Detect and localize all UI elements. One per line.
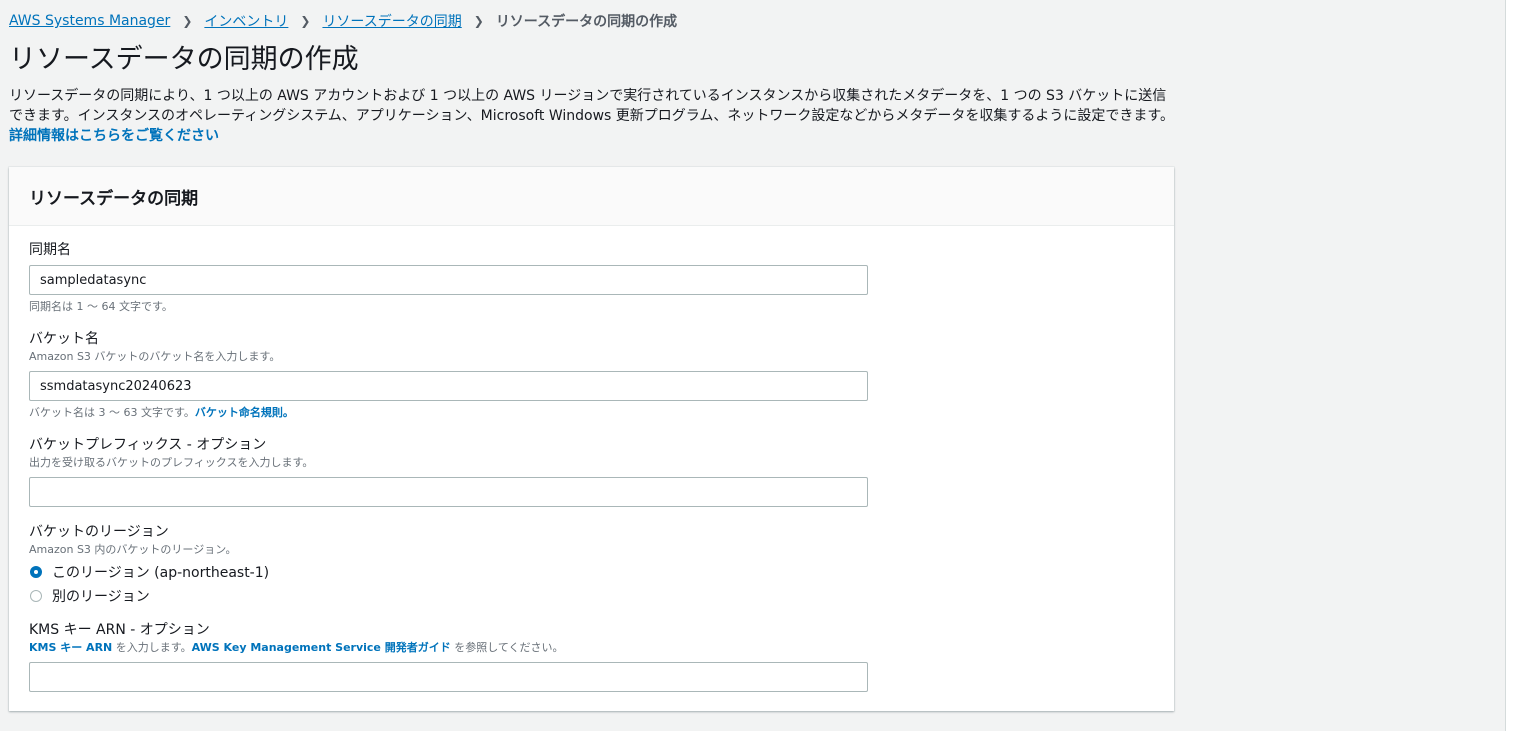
bucket-region-label: バケットのリージョン [29,524,169,540]
sync-name-label: 同期名 [29,242,71,258]
breadcrumb-current: リソースデータの同期の作成 [495,14,678,30]
kms-developer-guide-link[interactable]: AWS Key Management Service 開発者ガイド [192,641,451,654]
chevron-right-icon: ❯ [182,14,193,28]
panel-title: リソースデータの同期 [9,167,1174,226]
chevron-right-icon: ❯ [473,14,484,28]
kms-key-arn-link[interactable]: KMS キー ARN [29,641,112,654]
bucket-name-constraint: バケット名は 3 ～ 63 文字です。 [29,406,195,419]
kms-key-field: KMS キー ARN - オプション KMS キー ARN を入力します。AWS… [29,620,1154,692]
radio-this-region[interactable]: このリージョン (ap-northeast-1) [29,560,1154,584]
main-content: AWS Systems Manager ❯ インベントリ ❯ リソースデータの同… [9,0,1179,711]
kms-key-desc-text1: を入力します。 [112,641,192,654]
kms-key-description: KMS キー ARN を入力します。AWS Key Management Ser… [29,640,1154,656]
sync-name-constraint: 同期名は 1 ～ 64 文字です。 [29,300,173,313]
bucket-name-input[interactable] [29,371,868,401]
breadcrumb: AWS Systems Manager ❯ インベントリ ❯ リソースデータの同… [9,10,1179,32]
learn-more-link[interactable]: 詳細情報はこちらをご覧ください [9,128,219,144]
breadcrumb-resource-data-sync[interactable]: リソースデータの同期 [322,11,461,31]
right-scroll-strip [1505,0,1515,731]
bucket-name-field: バケット名 Amazon S3 バケットのバケット名を入力します。 バケット名は… [29,329,1154,421]
bucket-region-description: Amazon S3 内のバケットのリージョン。 [29,543,237,556]
radio-other-region[interactable]: 別のリージョン [29,584,1154,608]
page-description: リソースデータの同期により、1 つ以上の AWS アカウントおよび 1 つ以上の… [9,86,1177,146]
radio-checked-icon[interactable] [30,566,42,578]
sync-name-input[interactable] [29,265,868,295]
bucket-region-field: バケットのリージョン Amazon S3 内のバケットのリージョン。 このリージ… [29,522,1154,608]
radio-unchecked-icon[interactable] [30,590,42,602]
page-title: リソースデータの同期の作成 [9,44,359,75]
bucket-prefix-field: バケットプレフィックス - オプション 出力を受け取るバケットのプレフィックスを… [29,435,1154,507]
resource-data-sync-panel: リソースデータの同期 同期名 同期名は 1 ～ 64 文字です。 バケット名 A… [9,167,1174,711]
kms-key-input[interactable] [29,662,868,692]
chevron-right-icon: ❯ [300,14,311,28]
bucket-prefix-description: 出力を受け取るバケットのプレフィックスを入力します。 [29,456,314,469]
bucket-name-label: バケット名 [29,331,99,347]
bucket-prefix-input[interactable] [29,477,868,507]
bucket-name-constraint-row: バケット名は 3 ～ 63 文字です。バケット命名規則。 [29,405,1154,421]
kms-key-desc-text2: を参照してください。 [450,641,564,654]
radio-this-region-label: このリージョン (ap-northeast-1) [52,565,270,581]
bucket-name-description: Amazon S3 バケットのバケット名を入力します。 [29,350,281,363]
breadcrumb-systems-manager[interactable]: AWS Systems Manager [9,13,170,29]
kms-key-label: KMS キー ARN - オプション [29,622,210,638]
panel-body: 同期名 同期名は 1 ～ 64 文字です。 バケット名 Amazon S3 バケ… [9,226,1174,692]
bucket-prefix-label: バケットプレフィックス - オプション [29,437,267,453]
radio-other-region-label: 別のリージョン [52,589,150,605]
breadcrumb-inventory[interactable]: インベントリ [204,11,288,31]
sync-name-field: 同期名 同期名は 1 ～ 64 文字です。 [29,240,1154,315]
description-text: リソースデータの同期により、1 つ以上の AWS アカウントおよび 1 つ以上の… [9,88,1174,124]
bucket-naming-rules-link[interactable]: バケット命名規則。 [195,406,294,419]
